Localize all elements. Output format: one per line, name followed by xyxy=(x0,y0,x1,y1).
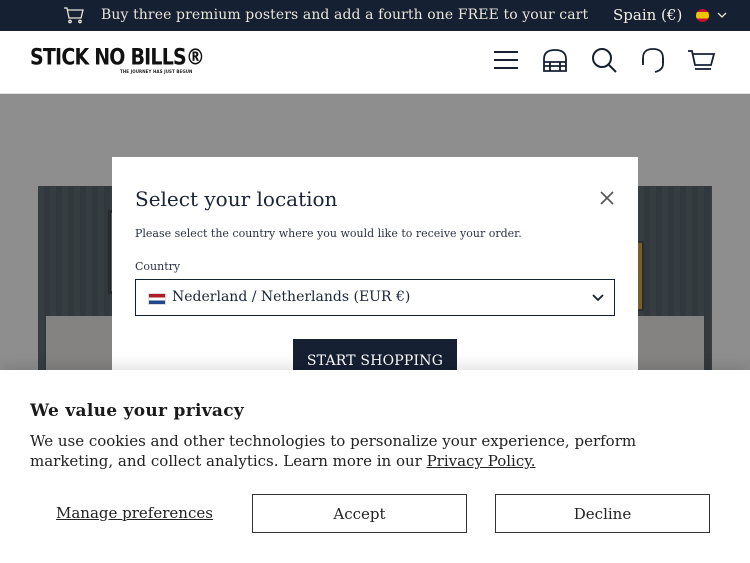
cart-icon[interactable] xyxy=(686,45,716,75)
chevron-down-icon xyxy=(717,12,727,18)
spain-flag-icon xyxy=(696,8,710,22)
promo-text[interactable]: Buy three premium posters and add a four… xyxy=(101,7,588,23)
privacy-body: We use cookies and other technologies to… xyxy=(30,432,637,470)
support-icon[interactable] xyxy=(638,45,668,75)
country-label: Country xyxy=(135,260,181,273)
country-select-value: Nederland / Netherlands (EUR €) xyxy=(172,289,411,305)
privacy-text: We use cookies and other technologies to… xyxy=(30,431,720,471)
close-icon[interactable] xyxy=(600,191,614,205)
accept-button[interactable]: Accept xyxy=(252,494,467,533)
logo-text: STICK NO BILLS® xyxy=(30,44,205,71)
modal-title: Select your location xyxy=(135,187,338,211)
announcement-bar: Buy three premium posters and add a four… xyxy=(0,0,750,31)
privacy-policy-link[interactable]: Privacy Policy. xyxy=(427,452,536,470)
locale-selector[interactable]: Spain (€) xyxy=(613,6,727,24)
privacy-banner: We value your privacy We use cookies and… xyxy=(0,370,750,563)
manage-preferences-link[interactable]: Manage preferences xyxy=(56,504,213,522)
netherlands-flag-icon xyxy=(148,293,166,305)
decline-button[interactable]: Decline xyxy=(495,494,710,533)
logo-tagline: THE JOURNEY HAS JUST BEGUN xyxy=(120,69,193,74)
privacy-title: We value your privacy xyxy=(30,401,245,421)
chevron-down-icon xyxy=(592,294,604,302)
location-modal: Select your location Please select the c… xyxy=(112,157,638,383)
modal-description: Please select the country where you woul… xyxy=(135,227,522,240)
store-icon[interactable] xyxy=(540,45,570,75)
search-icon[interactable] xyxy=(589,45,619,75)
site-header: STICK NO BILLS® THE JOURNEY HAS JUST BEG… xyxy=(0,31,750,94)
country-select[interactable]: Nederland / Netherlands (EUR €) xyxy=(135,279,615,316)
logo[interactable]: STICK NO BILLS® THE JOURNEY HAS JUST BEG… xyxy=(30,44,205,74)
menu-icon[interactable] xyxy=(491,45,521,75)
locale-label: Spain (€) xyxy=(613,6,683,24)
cart-mini-icon xyxy=(64,7,84,24)
